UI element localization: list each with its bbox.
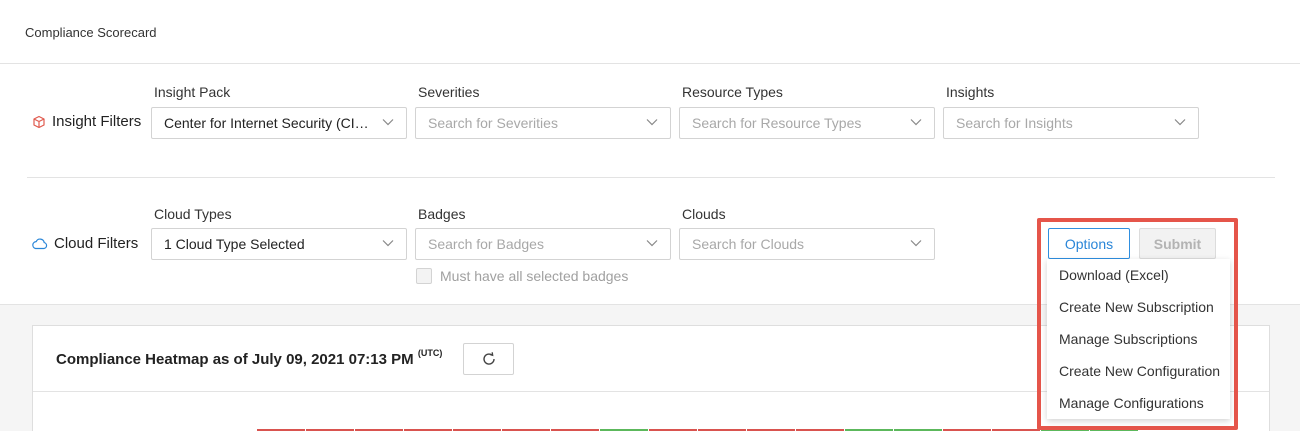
heatmap-timezone: (UTC) [417, 348, 443, 358]
menu-item-create-subscription[interactable]: Create New Subscription [1047, 291, 1230, 323]
heatmap-title: Compliance Heatmap as of July 09, 2021 0… [56, 348, 443, 368]
refresh-icon [482, 352, 495, 365]
menu-item-manage-subscriptions[interactable]: Manage Subscriptions [1047, 323, 1230, 355]
cloud-types-label: Cloud Types [154, 206, 232, 222]
insights-placeholder: Search for Insights [956, 115, 1073, 131]
badges-select[interactable]: Search for Badges [415, 228, 671, 260]
chevron-down-icon [910, 119, 922, 126]
refresh-button[interactable] [463, 343, 514, 375]
menu-item-download-excel[interactable]: Download (Excel) [1047, 259, 1230, 291]
severities-label: Severities [418, 84, 480, 100]
cloud-filters-text: Cloud Filters [54, 235, 139, 252]
menu-item-create-configuration[interactable]: Create New Configuration [1047, 355, 1230, 387]
insights-label: Insights [946, 84, 995, 100]
chevron-down-icon [382, 119, 394, 126]
insight-pack-label: Insight Pack [154, 84, 231, 100]
insight-filters-text: Insight Filters [52, 113, 142, 130]
insight-pack-value: Center for Internet Security (CIS) … [164, 115, 372, 131]
resource-types-select[interactable]: Search for Resource Types [679, 107, 935, 139]
insight-pack-select[interactable]: Center for Internet Security (CIS) … [151, 107, 407, 139]
cloud-filters-label: Cloud Filters [31, 235, 138, 252]
resource-types-label: Resource Types [682, 84, 783, 100]
severities-placeholder: Search for Severities [428, 115, 558, 131]
submit-button[interactable]: Submit [1139, 228, 1216, 259]
badges-checkbox-row[interactable]: Must have all selected badges [416, 268, 628, 284]
cloud-types-select[interactable]: 1 Cloud Type Selected [151, 228, 407, 260]
must-have-all-badges-checkbox[interactable] [416, 268, 432, 284]
page-title: Compliance Scorecard [25, 25, 157, 40]
clouds-select[interactable]: Search for Clouds [679, 228, 935, 260]
filters-divider [27, 177, 1275, 178]
cloud-types-value: 1 Cloud Type Selected [164, 236, 305, 252]
chevron-down-icon [646, 119, 658, 126]
resource-types-placeholder: Search for Resource Types [692, 115, 862, 131]
badges-placeholder: Search for Badges [428, 236, 544, 252]
page-header: Compliance Scorecard [0, 0, 1300, 64]
cloud-icon [31, 237, 48, 251]
options-button[interactable]: Options [1048, 228, 1130, 259]
badges-label: Badges [418, 206, 466, 222]
insights-select[interactable]: Search for Insights [943, 107, 1199, 139]
chevron-down-icon [646, 240, 658, 247]
cube-icon [32, 115, 46, 129]
menu-item-manage-configurations[interactable]: Manage Configurations [1047, 387, 1230, 419]
severities-select[interactable]: Search for Severities [415, 107, 671, 139]
clouds-label: Clouds [682, 206, 726, 222]
insight-filters-label: Insight Filters [32, 113, 141, 130]
must-have-all-badges-label: Must have all selected badges [440, 268, 629, 284]
chevron-down-icon [910, 240, 922, 247]
chevron-down-icon [1174, 119, 1186, 126]
options-menu: Download (Excel) Create New Subscription… [1047, 259, 1230, 419]
chevron-down-icon [382, 240, 394, 247]
clouds-placeholder: Search for Clouds [692, 236, 805, 252]
